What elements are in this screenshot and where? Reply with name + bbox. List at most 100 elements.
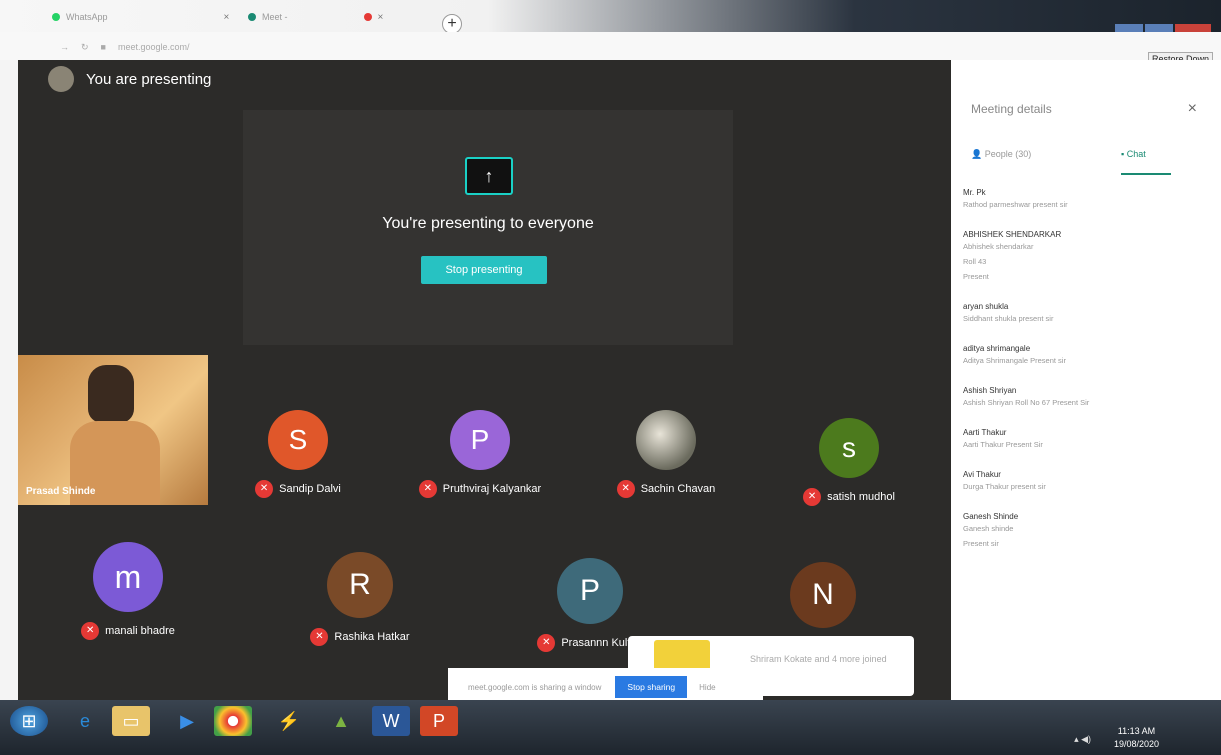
participant-tile[interactable]: m ✕ manali bhadre bbox=[18, 542, 238, 640]
back-icon[interactable]: → bbox=[60, 42, 69, 53]
close-icon[interactable]: × bbox=[224, 12, 230, 23]
chat-message: Aarti Thakur Aarti Thakur Present Sir bbox=[963, 428, 1208, 452]
avatar: N bbox=[790, 562, 856, 628]
people-icon: 👤 bbox=[971, 149, 983, 159]
tab-chat-label: Chat bbox=[1126, 149, 1146, 159]
chat-message: Avi Thakur Durga Thakur present sir bbox=[963, 470, 1208, 494]
participant-tile[interactable]: S ✕ Sandip Dalvi bbox=[198, 410, 398, 498]
chat-sender: aditya shrimangale bbox=[963, 344, 1031, 353]
chat-message: Mr. Pk Rathod parmeshwar present sir bbox=[963, 188, 1208, 212]
participant-name: Pruthviraj Kalyankar bbox=[442, 483, 542, 495]
avatar bbox=[48, 66, 74, 92]
self-video bbox=[70, 365, 160, 505]
meet-stage: You are presenting ↑ You're presenting t… bbox=[18, 60, 951, 715]
whatsapp-icon bbox=[52, 13, 60, 21]
presenting-message: You're presenting to everyone bbox=[382, 215, 594, 232]
close-icon[interactable]: × bbox=[1188, 100, 1197, 118]
explorer-icon[interactable]: ▭ bbox=[112, 706, 150, 736]
avatar: P bbox=[557, 558, 623, 624]
tab-people[interactable]: 👤 People (30) bbox=[971, 149, 1031, 160]
stop-sharing-button[interactable]: Stop sharing bbox=[615, 676, 688, 698]
chat-message: Ashish Shriyan Ashish Shriyan Roll No 67 … bbox=[963, 386, 1208, 410]
avatar: R bbox=[327, 552, 393, 618]
chat-text: Ashish Shriyan Roll No 67 Present Sir bbox=[963, 398, 1090, 407]
chat-sender: Mr. Pk bbox=[963, 188, 986, 197]
tab-whatsapp[interactable]: WhatsApp × bbox=[52, 6, 229, 28]
tab-people-label: People (30) bbox=[984, 149, 1032, 159]
share-status-text: meet.google.com is sharing a window bbox=[468, 682, 602, 692]
browser-tab-bar: WhatsApp × Meet - × + bbox=[0, 0, 1221, 38]
self-video-tile[interactable]: Prasad Shinde bbox=[18, 355, 208, 505]
chat-text: Durga Thakur present sir bbox=[963, 482, 1046, 491]
mic-off-icon: ✕ bbox=[803, 488, 822, 506]
stop-presenting-button[interactable]: Stop presenting bbox=[421, 256, 547, 284]
chat-message: ABHISHEK SHENDARKAR Abhishek shendarkar Ro… bbox=[963, 230, 1208, 284]
media-player-icon[interactable]: ▶ bbox=[168, 706, 206, 736]
participant-name: Sachin Chavan bbox=[640, 483, 716, 495]
system-tray[interactable]: ▴ ◀) bbox=[1074, 734, 1091, 745]
mic-off-icon: ✕ bbox=[255, 480, 274, 498]
chat-sender: ABHISHEK SHENDARKAR bbox=[963, 230, 1062, 239]
chrome-icon[interactable] bbox=[214, 706, 252, 736]
participant-tile[interactable]: ✕ Sachin Chavan bbox=[566, 410, 766, 498]
chat-sender: aryan shukla bbox=[963, 302, 1009, 311]
avatar: P bbox=[450, 410, 510, 470]
address-bar[interactable]: → ↻ ■ meet.google.com/ bbox=[60, 42, 190, 53]
reload-icon[interactable]: ↻ bbox=[81, 42, 89, 53]
tab-chat[interactable]: ▪ Chat bbox=[1121, 149, 1146, 159]
avatar: s bbox=[819, 418, 879, 478]
hide-button[interactable]: Hide bbox=[699, 683, 715, 692]
chat-sender: Aarti Thakur bbox=[963, 428, 1007, 437]
tab-meet[interactable]: Meet - × bbox=[248, 6, 383, 28]
chat-sender: Ashish Shriyan bbox=[963, 386, 1017, 395]
chat-text: Aarti Thakur Present Sir bbox=[963, 440, 1043, 449]
chat-text: Rathod parmeshwar present sir bbox=[963, 200, 1068, 209]
participant-tile[interactable]: R ✕ Rashika Hatkar bbox=[250, 552, 470, 646]
powerpoint-icon[interactable]: P bbox=[420, 706, 458, 736]
ie-icon[interactable]: e bbox=[66, 706, 104, 736]
chat-message: aryan shukla Siddhant shukla present sir bbox=[963, 302, 1208, 326]
chat-message: aditya shrimangale Aditya Shrimangale Pre… bbox=[963, 344, 1208, 368]
lock-icon: ■ bbox=[100, 42, 106, 52]
word-icon[interactable]: W bbox=[372, 706, 410, 736]
join-text: Shriram Kokate and 4 more joined bbox=[750, 654, 887, 664]
chat-text: Roll 43 bbox=[963, 257, 987, 266]
avatar: S bbox=[268, 410, 328, 470]
chat-text: Aditya Shrimangale Present sir bbox=[963, 356, 1066, 365]
tab-label: WhatsApp bbox=[66, 12, 108, 22]
chat-text: Abhishek shendarkar bbox=[963, 242, 1034, 251]
chat-icon: ▪ bbox=[1121, 149, 1125, 159]
mic-off-icon: ✕ bbox=[418, 480, 437, 498]
mic-off-icon: ✕ bbox=[310, 628, 329, 646]
presenting-label: You are presenting bbox=[86, 70, 212, 88]
recording-icon bbox=[363, 13, 372, 21]
address-bar-row: → ↻ ■ meet.google.com/ bbox=[0, 32, 1221, 60]
chat-text: Siddhant shukla present sir bbox=[963, 314, 1054, 323]
chat-sender: Avi Thakur bbox=[963, 470, 1001, 479]
app-icon[interactable]: ▲ bbox=[322, 706, 360, 736]
participant-tile[interactable]: s ✕ satish mudhol bbox=[749, 418, 949, 506]
close-icon[interactable]: × bbox=[378, 12, 384, 23]
chat-message: Ganesh Shinde Ganesh shinde Present sir bbox=[963, 512, 1208, 551]
mic-off-icon: ✕ bbox=[616, 480, 635, 498]
participant-tile[interactable]: N bbox=[718, 562, 928, 628]
clock[interactable]: 11:13 AM 19/08/2020 bbox=[1114, 725, 1159, 751]
clock-time: 11:13 AM bbox=[1117, 726, 1156, 736]
start-button[interactable]: ⊞ bbox=[10, 706, 48, 736]
url-text[interactable]: meet.google.com/ bbox=[118, 42, 190, 53]
windows-taskbar: ⊞ e ▭ ▶ ⚡ ▲ W P ▴ ◀) 11:13 AM 19/08/2020 bbox=[0, 700, 1221, 755]
active-tab-indicator bbox=[1121, 173, 1171, 175]
new-tab-button[interactable]: + bbox=[442, 14, 462, 34]
participant-name: satish mudhol bbox=[827, 491, 895, 503]
presentation-card: ↑ You're presenting to everyone Stop pre… bbox=[243, 110, 733, 345]
chat-sender: Ganesh Shinde bbox=[963, 512, 1019, 521]
chat-text: Present bbox=[963, 272, 989, 281]
participant-tile[interactable]: P ✕ Pruthviraj Kalyankar bbox=[380, 410, 580, 498]
app-icon[interactable]: ⚡ bbox=[270, 706, 308, 736]
panel-tabs: 👤 People (30) ▪ Chat bbox=[971, 145, 1201, 177]
clock-date: 19/08/2020 bbox=[1113, 739, 1159, 749]
meet-icon bbox=[248, 13, 256, 21]
mic-off-icon: ✕ bbox=[537, 634, 556, 652]
participant-name: manali bhadre bbox=[105, 625, 175, 637]
panel-title: Meeting details bbox=[971, 102, 1052, 116]
